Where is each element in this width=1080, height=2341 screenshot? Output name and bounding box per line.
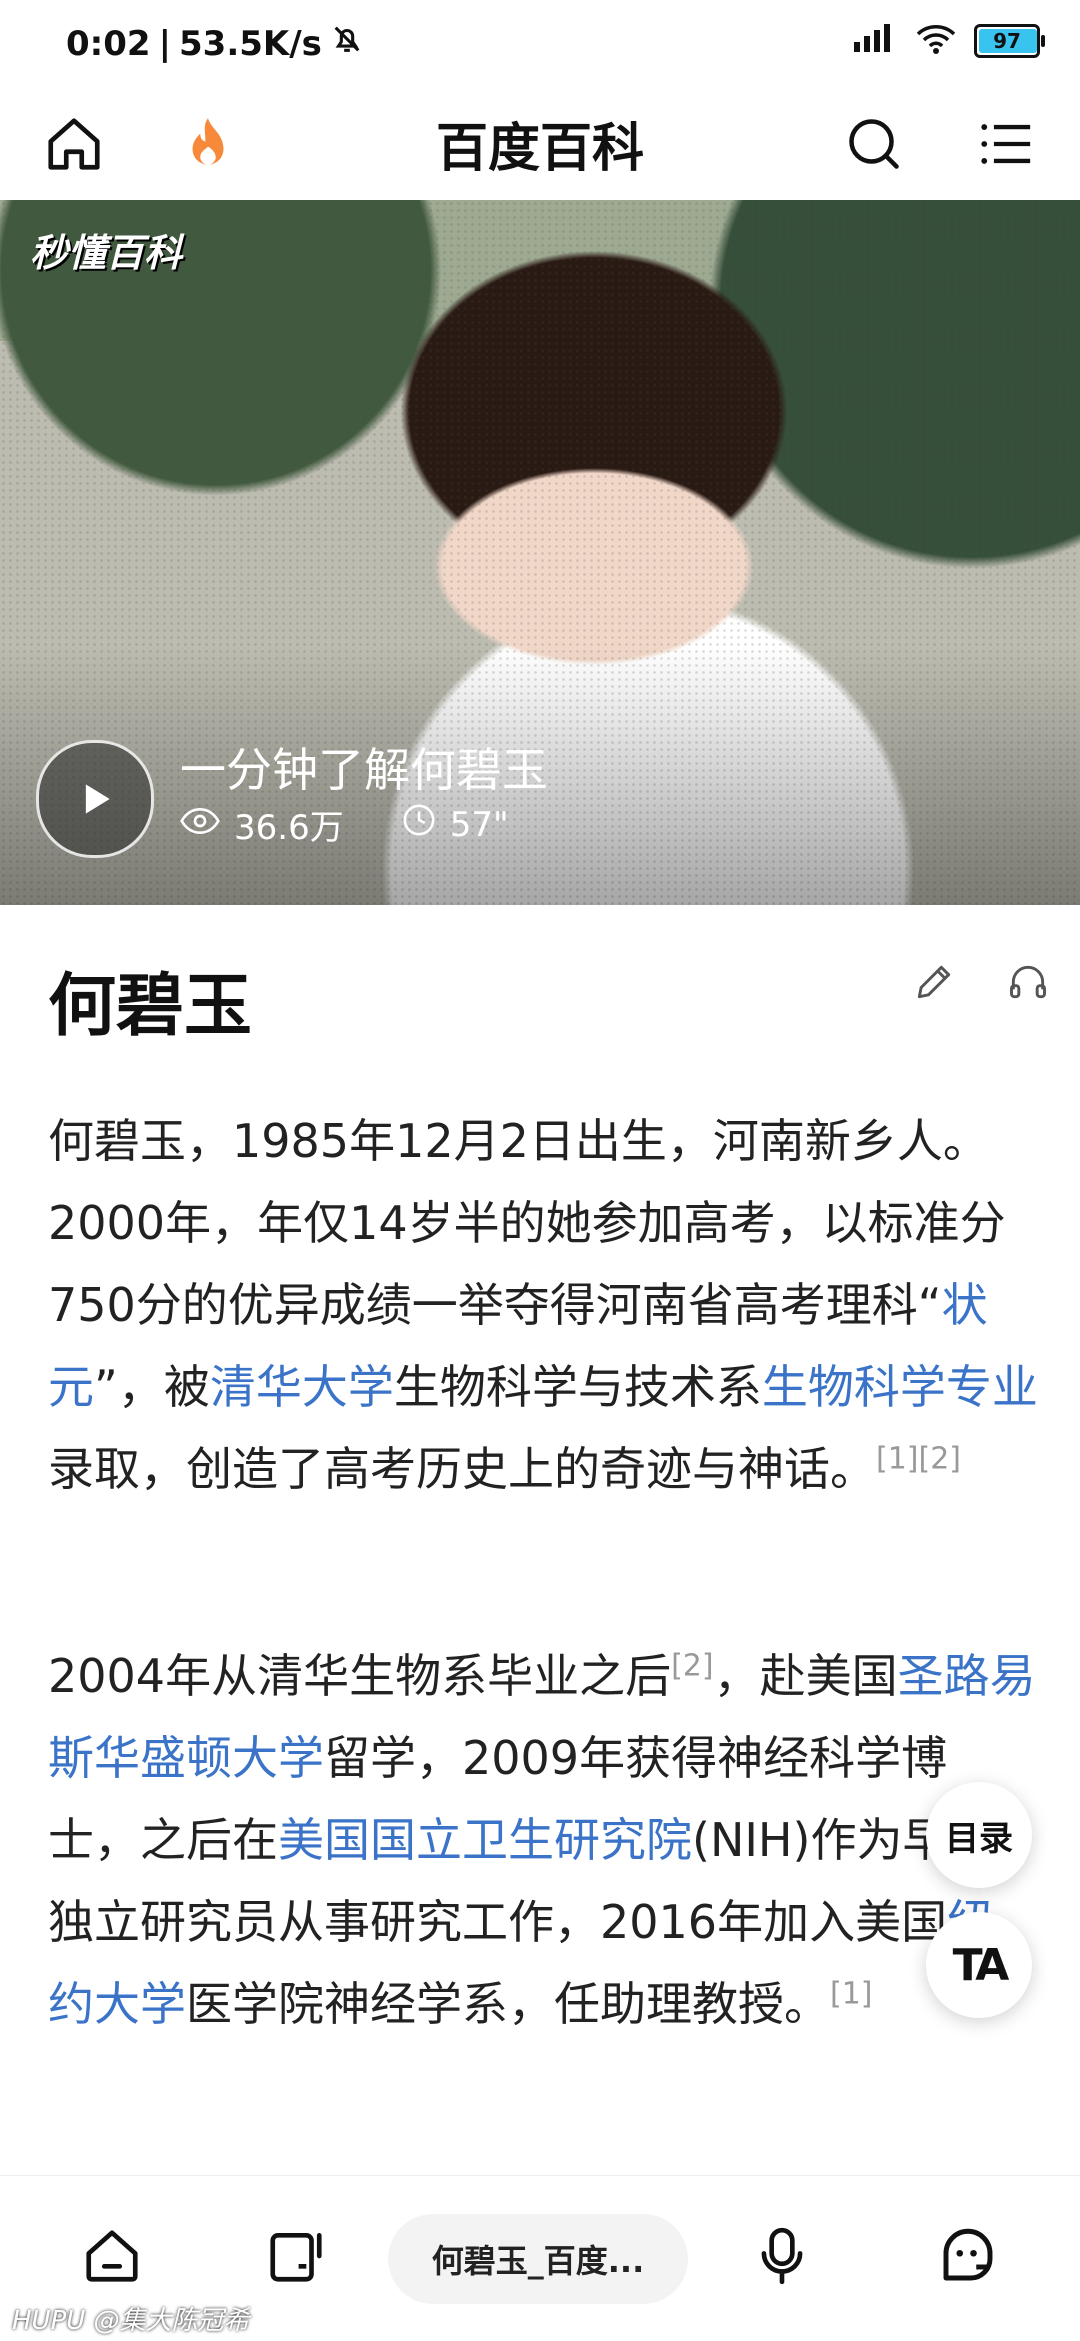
battery-level: 97 [993, 29, 1021, 53]
watermark: HUPU @集大陈冠希 [12, 2306, 250, 2336]
play-button[interactable] [36, 740, 154, 858]
play-icon [85, 784, 110, 814]
toc-label: 目录 [945, 1818, 1013, 1859]
clock-icon [402, 803, 436, 846]
signal-icon [852, 24, 898, 58]
link-tsinghua[interactable]: 清华大学 [210, 1360, 394, 1414]
mute-bell-icon [330, 22, 364, 65]
status-time: 0:02 [66, 23, 151, 64]
ta-label: TA [952, 1939, 1010, 1991]
page-title: 百度百科 [435, 119, 644, 179]
eye-icon [180, 805, 220, 845]
status-left: 0:02 | 53.5K/s [66, 22, 364, 65]
headphones-icon[interactable] [1006, 960, 1050, 1008]
video-player[interactable]: 秒懂百科 一分钟了解何碧玉 36.6万 57" [0, 200, 1080, 905]
top-nav-bar: 百度百科 [0, 90, 1080, 201]
menu-list-icon[interactable] [966, 104, 1046, 184]
status-bar: 0:02 | 53.5K/s 97 [0, 0, 1080, 90]
status-right: 97 [852, 24, 1045, 58]
current-tab-pill[interactable]: 何碧玉_百度... [388, 2214, 688, 2304]
video-logo: 秒懂百科 [30, 231, 183, 275]
video-duration: 57" [449, 804, 509, 845]
video-meta: 36.6万 57" [180, 800, 509, 849]
article-paragraph-1: 何碧玉，1985年12月2日出生，河南新乡人。2000年，年仅14岁半的她参加高… [48, 1114, 1038, 1496]
video-views: 36.6万 [234, 808, 344, 848]
ta-button[interactable]: TA [926, 1912, 1032, 2018]
reference-marker[interactable]: [1] [830, 1977, 873, 2012]
link-biology-major[interactable]: 生物科学专业 [762, 1360, 1038, 1414]
search-icon[interactable] [834, 104, 914, 184]
microphone-icon[interactable] [742, 2216, 822, 2296]
profile-bot-icon[interactable] [928, 2216, 1008, 2296]
toc-button[interactable]: 目录 [926, 1782, 1032, 1888]
status-net-speed: 53.5K/s [179, 23, 322, 64]
battery-icon: 97 [974, 24, 1045, 58]
article-title: 何碧玉 [48, 967, 253, 1046]
home-tab-icon[interactable] [72, 2216, 152, 2296]
current-tab-title: 何碧玉_百度... [431, 2242, 645, 2280]
wifi-icon [916, 24, 956, 58]
video-title: 一分钟了解何碧玉 [180, 743, 548, 797]
title-tools [912, 960, 1050, 1008]
article-paragraph-2: 2004年从清华生物系毕业之后[2]，赴美国圣路易斯华盛顿大学留学，2009年获… [48, 1648, 1036, 2031]
multitask-window-icon[interactable] [256, 2216, 336, 2296]
reference-marker[interactable]: [2] [671, 1649, 714, 1684]
edit-pencil-icon[interactable] [912, 960, 956, 1008]
link-nih[interactable]: 美国国立卫生研究院 [278, 1813, 692, 1867]
reference-marker[interactable]: [1][2] [876, 1442, 961, 1477]
